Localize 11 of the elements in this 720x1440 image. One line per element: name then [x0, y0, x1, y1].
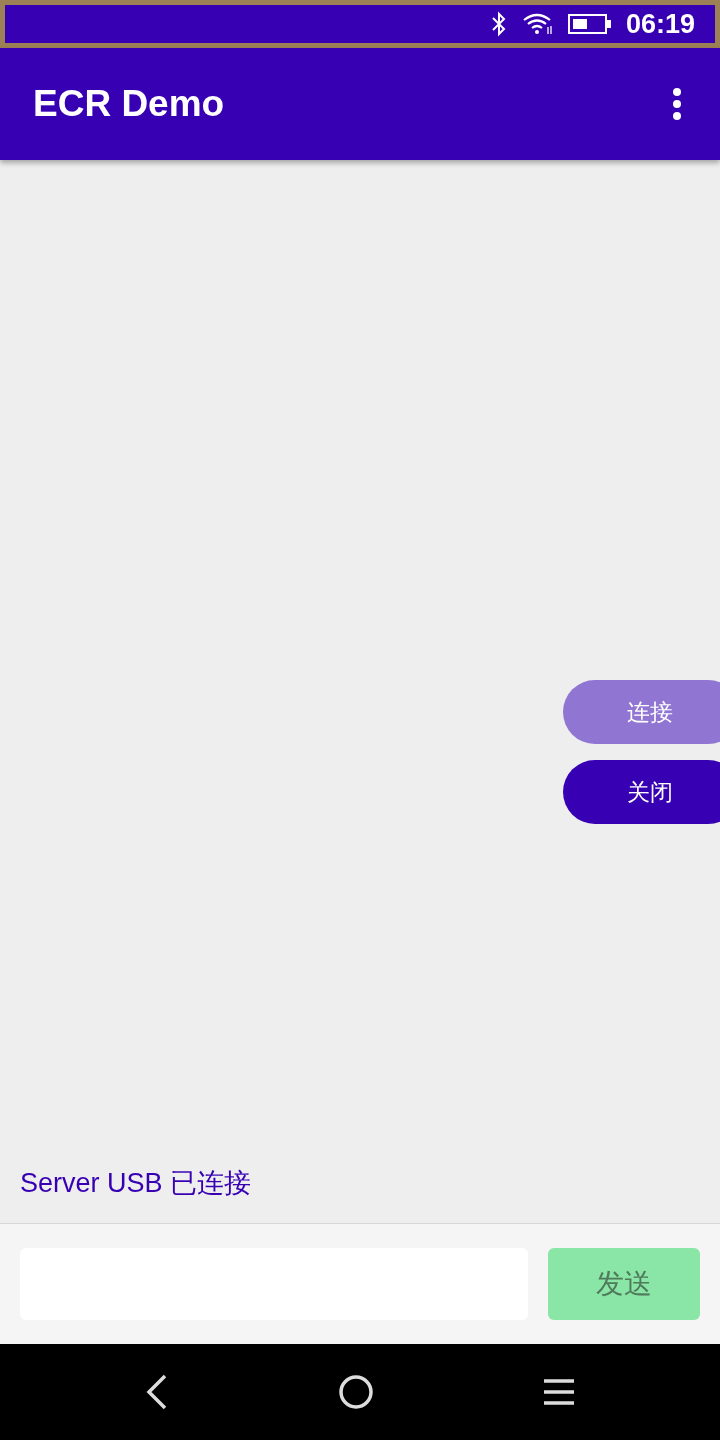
app-title: ECR Demo [33, 83, 225, 125]
home-icon[interactable] [338, 1374, 374, 1410]
connection-status: Server USB 已连接 [20, 1167, 253, 1200]
battery-icon [567, 13, 612, 35]
clock-time: 06:19 [625, 8, 695, 40]
bluetooth-icon [489, 11, 508, 37]
back-icon[interactable] [144, 1374, 169, 1410]
wifi-icon [521, 12, 554, 36]
pill-button[interactable]: 关闭 [563, 760, 720, 824]
menu-icon[interactable] [543, 1379, 576, 1405]
overflow-menu-icon[interactable] [672, 87, 682, 121]
